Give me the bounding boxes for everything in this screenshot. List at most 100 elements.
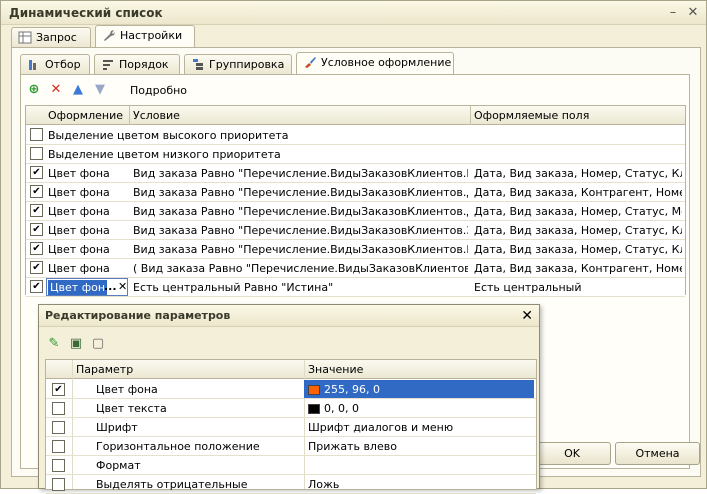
- parameter-checkbox[interactable]: ✔: [52, 383, 65, 396]
- row-condition: Вид заказа Равно "Перечисление.ВидыЗаказ…: [133, 186, 468, 199]
- sort-icon: [103, 60, 113, 70]
- look-edit-value: Цвет фон: [48, 280, 108, 295]
- tab-order[interactable]: Порядок: [94, 54, 180, 74]
- table-row[interactable]: ✔ Цвет фона Вид заказа Равно "Перечислен…: [26, 240, 685, 259]
- parameter-value: 0, 0, 0: [324, 402, 359, 415]
- parameter-row[interactable]: Горизонтальное положение Прижать влево: [46, 437, 536, 456]
- parameter-value: Прижать влево: [308, 440, 397, 453]
- row-title: Выделение цветом высокого приоритета: [48, 129, 289, 142]
- row-checkbox[interactable]: [30, 128, 43, 141]
- table-row-editing[interactable]: ✔ Цвет фон ... ✕ Есть центральный Равно …: [26, 278, 685, 297]
- parameter-name: Цвет фона: [96, 383, 158, 396]
- parameter-checkbox[interactable]: [52, 459, 65, 472]
- row-checkbox[interactable]: [30, 147, 43, 160]
- row-title: Выделение цветом низкого приоритета: [48, 148, 281, 161]
- tab-order-label: Порядок: [119, 58, 169, 71]
- row-checkbox[interactable]: ✔: [30, 166, 43, 179]
- move-down-icon[interactable]: ▼: [91, 81, 109, 99]
- parameter-value: Шрифт диалогов и меню: [308, 421, 454, 434]
- parameter-row[interactable]: Цвет текста 0, 0, 0: [46, 399, 536, 418]
- row-checkbox[interactable]: ✔: [30, 223, 43, 236]
- tab-query[interactable]: Запрос: [11, 27, 91, 47]
- title-bar: Динамический список – ✕: [1, 1, 706, 25]
- row-condition: Вид заказа Равно "Перечисление.ВидыЗаказ…: [133, 167, 468, 180]
- parameter-row[interactable]: Формат: [46, 456, 536, 475]
- table-row[interactable]: Выделение цветом высокого приоритета: [26, 126, 685, 145]
- parameter-checkbox[interactable]: [52, 478, 65, 491]
- parameter-name: Горизонтальное положение: [96, 440, 260, 453]
- parameter-checkbox[interactable]: [52, 421, 65, 434]
- parameter-name: Цвет текста: [96, 402, 167, 415]
- row-condition: Вид заказа Равно "Перечисление.ВидыЗаказ…: [133, 243, 468, 256]
- clear-icon[interactable]: ✕: [118, 280, 127, 293]
- parameter-value: 255, 96, 0: [324, 383, 380, 396]
- table-row[interactable]: ✔ Цвет фона Вид заказа Равно "Перечислен…: [26, 164, 685, 183]
- row-look: Цвет фона: [48, 224, 110, 237]
- parameters-table: Параметр Значение ✔ Цвет фона 255, 96, 0…: [45, 359, 537, 494]
- add-icon[interactable]: ⊕: [25, 81, 43, 99]
- tab-query-label: Запрос: [36, 31, 77, 44]
- uncheck-all-icon[interactable]: ▢: [89, 335, 107, 353]
- table-icon: [18, 31, 32, 44]
- column-header-value[interactable]: Значение: [308, 363, 363, 376]
- row-checkbox[interactable]: ✔: [30, 261, 43, 274]
- parameter-checkbox[interactable]: [52, 440, 65, 453]
- row-checkbox[interactable]: ✔: [30, 280, 43, 293]
- row-condition: Вид заказа Равно "Перечисление.ВидыЗаказ…: [133, 205, 468, 218]
- row-fields: Дата, Вид заказа, Контрагент, Номер...: [474, 186, 682, 199]
- parameter-row[interactable]: Шрифт Шрифт диалогов и меню: [46, 418, 536, 437]
- row-checkbox[interactable]: ✔: [30, 204, 43, 217]
- row-look: Цвет фона: [48, 167, 110, 180]
- parameter-name: Шрифт: [96, 421, 138, 434]
- table-row[interactable]: ✔ Цвет фона ( Вид заказа Равно "Перечисл…: [26, 259, 685, 278]
- parameter-value: Ложь: [308, 478, 340, 491]
- brush-icon: [305, 57, 316, 68]
- parameter-row[interactable]: Выделять отрицательные Ложь: [46, 475, 536, 494]
- table-row[interactable]: ✔ Цвет фона Вид заказа Равно "Перечислен…: [26, 221, 685, 240]
- tab-grouping[interactable]: Группировка: [184, 54, 292, 74]
- minimize-icon[interactable]: –: [665, 5, 681, 21]
- tab-conditional-formatting[interactable]: Условное оформление: [296, 52, 454, 74]
- parameter-row[interactable]: ✔ Цвет фона 255, 96, 0: [46, 380, 536, 399]
- column-header-parameter[interactable]: Параметр: [76, 363, 133, 376]
- color-swatch: [308, 404, 320, 414]
- cancel-button[interactable]: Отмена: [615, 442, 700, 465]
- wrench-icon: [104, 30, 115, 41]
- dialog-close-icon[interactable]: ✕: [521, 308, 533, 324]
- column-header-condition[interactable]: Условие: [133, 109, 180, 122]
- delete-icon[interactable]: ✕: [47, 81, 65, 99]
- column-header-look[interactable]: Оформление: [48, 109, 123, 122]
- table-row[interactable]: ✔ Цвет фона Вид заказа Равно "Перечислен…: [26, 183, 685, 202]
- tab-conditional-formatting-label: Условное оформление: [321, 56, 452, 69]
- move-up-icon[interactable]: ▲: [69, 81, 87, 99]
- dialog-title: Редактирование параметров: [45, 309, 231, 322]
- parameter-checkbox[interactable]: [52, 402, 65, 415]
- details-button[interactable]: Подробно: [130, 84, 187, 97]
- table-row[interactable]: Выделение цветом низкого приоритета: [26, 145, 685, 164]
- row-condition: ( Вид заказа Равно "Перечисление.ВидыЗак…: [133, 262, 468, 275]
- column-header-fields[interactable]: Оформляемые поля: [474, 109, 589, 122]
- table-header: Оформление Условие Оформляемые поля: [26, 106, 685, 125]
- look-edit-field[interactable]: Цвет фон ... ✕: [46, 278, 128, 296]
- edit-parameters-dialog: Редактирование параметров ✕ ✎ ▣ ▢ Параме…: [38, 304, 540, 494]
- tab-settings[interactable]: Настройки: [95, 25, 195, 47]
- row-checkbox[interactable]: ✔: [30, 242, 43, 255]
- tab-grouping-label: Группировка: [209, 58, 285, 71]
- row-fields: Дата, Вид заказа, Номер, Статус, Ме...: [474, 205, 682, 218]
- row-fields: Есть центральный: [474, 281, 582, 294]
- parameter-value-selected[interactable]: 255, 96, 0: [304, 380, 534, 398]
- tab-filter[interactable]: Отбор: [20, 54, 90, 74]
- close-icon[interactable]: ✕: [685, 5, 701, 21]
- row-checkbox[interactable]: ✔: [30, 185, 43, 198]
- table-row[interactable]: ✔ Цвет фона Вид заказа Равно "Перечислен…: [26, 202, 685, 221]
- parameters-header: Параметр Значение: [46, 360, 536, 379]
- parameter-name: Формат: [96, 459, 141, 472]
- ok-button[interactable]: OK: [533, 442, 611, 465]
- filter-icon: [29, 60, 36, 70]
- row-fields: Дата, Вид заказа, Номер, Статус, Кли...: [474, 243, 682, 256]
- color-swatch: [308, 385, 320, 395]
- edit-pencil-icon[interactable]: ✎: [45, 335, 63, 353]
- row-look: Цвет фона: [48, 205, 110, 218]
- open-editor-button[interactable]: ...: [104, 280, 117, 293]
- check-all-icon[interactable]: ▣: [67, 335, 85, 353]
